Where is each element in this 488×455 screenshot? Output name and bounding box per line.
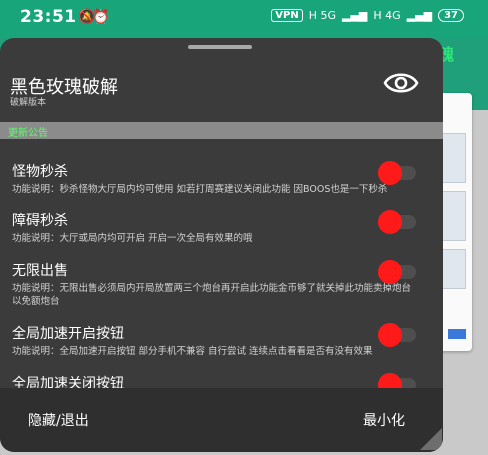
eye-icon[interactable] xyxy=(383,68,419,98)
feature-toggle[interactable] xyxy=(378,161,418,185)
resize-handle[interactable] xyxy=(420,428,442,450)
status-bar: 23:51 🔕 ⏰ VPN H 5G ▂▄▆ H 4G ▂▄▆ 37 xyxy=(0,0,488,38)
feature-row: 怪物秒杀 功能说明：秒杀怪物大厅局内均可使用 如若打周赛建议关闭此功能 因BOO… xyxy=(0,161,443,215)
feature-name: 怪物秒杀 xyxy=(12,164,68,180)
mod-menu-panel: 黑色玫瑰破解 破解版本 更新公告 怪物秒杀 功能说明：秒杀怪物大厅局内均可使用 … xyxy=(0,38,443,452)
alarm-icon: ⏰ xyxy=(92,9,110,25)
preview-button xyxy=(448,329,466,339)
feature-toggle[interactable] xyxy=(378,323,418,347)
feature-row: 障碍秒杀 功能说明：大厅或局内均可开启 开启一次全局有效果的哦 xyxy=(0,210,443,264)
minimize-button[interactable]: 最小化 xyxy=(363,410,405,430)
vpn-icon: VPN xyxy=(271,9,303,22)
feature-description: 功能说明：秒杀怪物大厅局内均可使用 如若打周赛建议关闭此功能 因BOOS也是一下… xyxy=(12,184,388,195)
feature-description: 功能说明：大厅或局内均可开启 开启一次全局有效果的哦 xyxy=(12,233,253,244)
status-time: 23:51 xyxy=(20,7,77,27)
feature-name: 障碍秒杀 xyxy=(12,213,68,229)
feature-description: 功能说明：全局加速开启按钮 部分手机不兼容 自行尝试 连续点击看看是否有没有效果 xyxy=(12,346,373,357)
feature-row: 全局加速开启按钮 功能说明：全局加速开启按钮 部分手机不兼容 自行尝试 连续点击… xyxy=(0,323,443,377)
notice-text: 更新公告 xyxy=(8,128,48,139)
menu-footer: 隐藏/退出 最小化 xyxy=(0,388,443,452)
feature-row: 无限出售 功能说明：无限出售必须局内开局放置两三个炮台再开启此功能金币够了就关掉… xyxy=(0,260,443,314)
signal-5g-icon: H 5G xyxy=(308,9,336,22)
drag-handle[interactable] xyxy=(188,45,252,49)
signal-4g-icon: H 4G xyxy=(373,9,401,22)
notice-bar: 更新公告 xyxy=(0,122,443,139)
feature-description: 功能说明：无限出售必须局内开局放置两三个炮台再开启此功能金币够了就关掉此功能卖掉… xyxy=(12,283,412,307)
status-right-icons: VPN H 5G ▂▄▆ H 4G ▂▄▆ 37 xyxy=(271,9,464,22)
feature-toggle[interactable] xyxy=(378,210,418,234)
feature-name: 无限出售 xyxy=(12,263,68,279)
signal-bars-icon: ▂▄▆ xyxy=(342,9,368,22)
signal-bars-icon-2: ▂▄▆ xyxy=(406,9,433,22)
feature-toggle[interactable] xyxy=(378,260,418,284)
feature-name: 全局加速开启按钮 xyxy=(12,326,124,342)
hide-exit-button[interactable]: 隐藏/退出 xyxy=(28,410,89,430)
battery-icon: 37 xyxy=(438,9,464,22)
menu-subtitle: 破解版本 xyxy=(10,98,47,108)
